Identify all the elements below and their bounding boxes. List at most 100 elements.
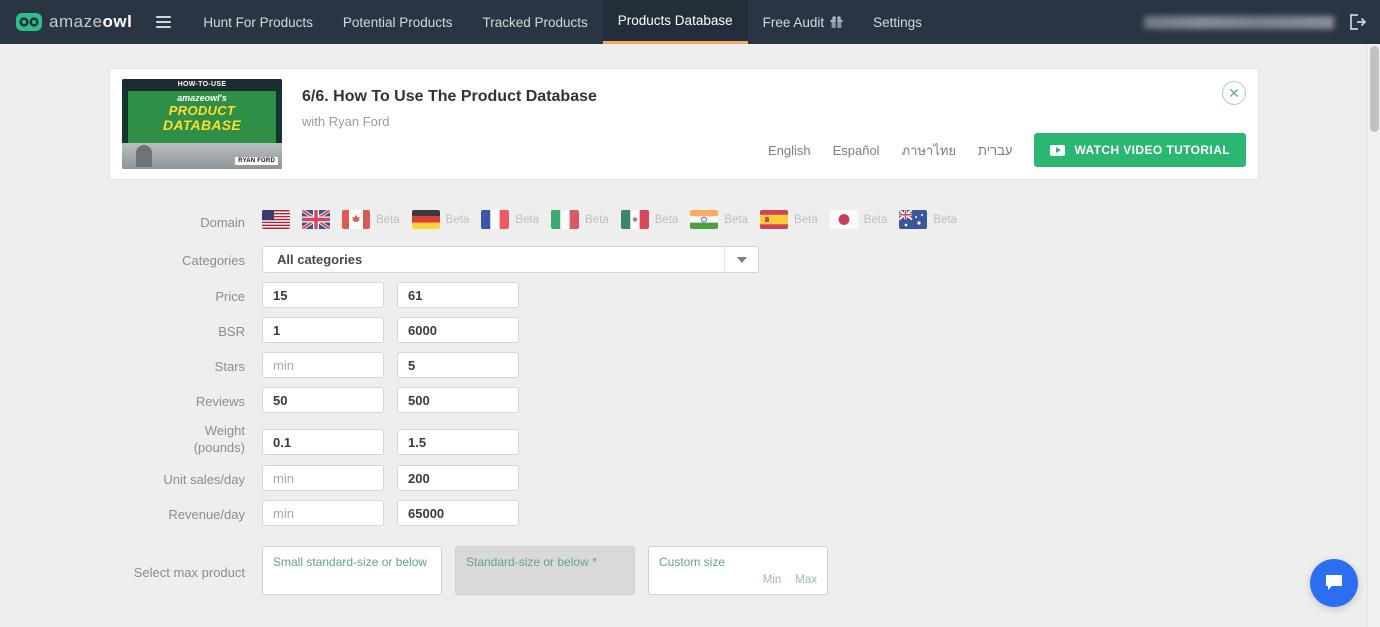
nav-item-hunt-for-products[interactable]: Hunt For Products	[188, 0, 328, 44]
max-product-size-fields: Small standard-size or below Standard-si…	[262, 546, 1259, 595]
domain-fields: Beta Beta Beta Beta Beta Beta Beta Beta …	[262, 208, 1259, 237]
unit-sales-label: Unit sales/day	[163, 472, 245, 487]
video-thumbnail[interactable]: HOW-TO-USE amazeowl's PRODUCT DATABASE R…	[122, 79, 282, 169]
revenue-fields	[262, 500, 1259, 526]
thumbnail-howto-label: HOW-TO-USE	[177, 81, 227, 88]
banner-title: 6/6. How To Use The Product Database	[302, 88, 597, 105]
owl-logo-icon	[16, 13, 42, 31]
language-option-espanol[interactable]: Español	[833, 143, 880, 158]
top-navbar: amazeowl Hunt For Products Potential Pro…	[0, 0, 1380, 44]
hamburger-bar	[155, 16, 171, 18]
amazeowl-logo[interactable]: amazeowl	[0, 0, 146, 44]
bsr-min-input[interactable]	[262, 317, 384, 343]
size-card-small-standard[interactable]: Small standard-size or below	[262, 546, 442, 595]
stars-label: Stars	[214, 359, 245, 374]
stars-min-input[interactable]	[262, 352, 384, 378]
nav-label: Tracked Products	[482, 14, 588, 30]
page-scroll-area: HOW-TO-USE amazeowl's PRODUCT DATABASE R…	[0, 44, 1380, 627]
domain-option-canada[interactable]: Beta	[342, 210, 400, 229]
language-option-hebrew[interactable]: עברית	[978, 143, 1012, 158]
domain-option-uk[interactable]	[302, 210, 330, 229]
custom-size-max-label: Max	[795, 574, 817, 586]
unit-sales-max-input[interactable]	[397, 465, 519, 491]
custom-size-minmax-headers: Min Max	[659, 570, 817, 586]
domain-beta-label: Beta	[445, 213, 470, 226]
page-scrollbar[interactable]	[1367, 44, 1380, 627]
categories-select[interactable]: All categories	[262, 246, 759, 273]
logout-icon[interactable]	[1348, 13, 1366, 31]
unit-sales-min-input[interactable]	[262, 465, 384, 491]
price-label: Price	[215, 289, 245, 304]
chevron-down-icon[interactable]	[725, 256, 758, 263]
close-icon[interactable]: ✕	[1222, 81, 1246, 105]
categories-label: Categories	[182, 253, 245, 268]
nav-label: Hunt For Products	[203, 14, 313, 30]
video-tutorial-banner: HOW-TO-USE amazeowl's PRODUCT DATABASE R…	[109, 68, 1259, 180]
bsr-max-input[interactable]	[397, 317, 519, 343]
nav-label: Settings	[873, 14, 922, 30]
hamburger-icon[interactable]	[146, 0, 180, 44]
language-option-thai[interactable]: ภาษาไทย	[902, 140, 956, 161]
size-card-custom[interactable]: Custom size Min Max	[648, 546, 828, 595]
filter-row-stars: Stars	[109, 352, 1259, 378]
size-card-standard[interactable]: Standard-size or below *	[455, 546, 635, 595]
play-icon	[1050, 144, 1066, 156]
scrollbar-thumb[interactable]	[1370, 46, 1379, 132]
watch-video-tutorial-button[interactable]: WATCH VIDEO TUTORIAL	[1034, 133, 1246, 167]
domain-option-france[interactable]: Beta	[481, 210, 539, 229]
chat-widget-button[interactable]	[1310, 559, 1358, 607]
nav-item-settings[interactable]: Settings	[858, 0, 937, 44]
domain-option-germany[interactable]: Beta	[411, 210, 470, 229]
banner-actions: English Español ภาษาไทย עברית WATCH VIDE…	[768, 133, 1246, 167]
domain-beta-label: Beta	[863, 213, 888, 226]
revenue-max-input[interactable]	[397, 500, 519, 526]
flag-italy-icon	[551, 210, 580, 229]
domain-option-india[interactable]: Beta	[690, 210, 748, 229]
weight-min-input[interactable]	[262, 429, 384, 455]
domain-option-us[interactable]	[262, 210, 290, 229]
flag-france-icon	[481, 210, 510, 229]
filter-row-reviews: Reviews	[109, 387, 1259, 413]
price-fields	[262, 282, 1259, 308]
nav-label: Products Database	[617, 13, 733, 28]
filter-row-categories: Categories All categories	[109, 246, 1259, 273]
hamburger-bar	[155, 21, 171, 23]
thumbnail-person-head	[136, 145, 152, 167]
thumbnail-name-tag: RYAN FORD	[235, 157, 278, 165]
domain-option-japan[interactable]: Beta	[829, 210, 888, 229]
weight-max-input[interactable]	[397, 429, 519, 455]
domain-beta-label: Beta	[585, 213, 609, 226]
brand-text-light: amaze	[49, 12, 103, 31]
domain-beta-label: Beta	[376, 213, 400, 226]
reviews-min-input[interactable]	[262, 387, 384, 413]
reviews-fields	[262, 387, 1259, 413]
reviews-label: Reviews	[195, 394, 245, 409]
domain-option-australia[interactable]: Beta	[899, 210, 957, 229]
language-option-english[interactable]: English	[768, 143, 811, 158]
domain-option-italy[interactable]: Beta	[551, 210, 609, 229]
nav-item-free-audit[interactable]: Free Audit	[748, 0, 859, 44]
banner-subtitle: with Ryan Ford	[302, 114, 390, 129]
weight-label-line1: Weight	[204, 423, 245, 438]
size-card-title: Standard-size or below *	[466, 555, 597, 569]
filter-row-bsr: BSR	[109, 317, 1259, 343]
reviews-max-input[interactable]	[397, 387, 519, 413]
flag-australia-icon	[899, 210, 928, 229]
stars-fields	[262, 352, 1259, 378]
filter-row-weight: Weight (pounds)	[109, 422, 1259, 456]
user-email-label	[1144, 15, 1334, 29]
revenue-min-input[interactable]	[262, 500, 384, 526]
nav-item-products-database[interactable]: Products Database	[602, 0, 748, 44]
custom-size-min-label: Min	[762, 574, 782, 586]
price-min-input[interactable]	[262, 282, 384, 308]
filter-row-unit-sales: Unit sales/day	[109, 465, 1259, 491]
stars-max-input[interactable]	[397, 352, 519, 378]
hamburger-bar	[155, 26, 171, 28]
price-max-input[interactable]	[397, 282, 519, 308]
domain-option-mexico[interactable]: Beta	[620, 210, 678, 229]
flag-mexico-icon	[620, 210, 649, 229]
nav-item-potential-products[interactable]: Potential Products	[328, 0, 468, 44]
thumbnail-line3: DATABASE	[162, 117, 242, 133]
domain-option-spain[interactable]: Beta	[760, 210, 818, 229]
nav-item-tracked-products[interactable]: Tracked Products	[467, 0, 602, 44]
